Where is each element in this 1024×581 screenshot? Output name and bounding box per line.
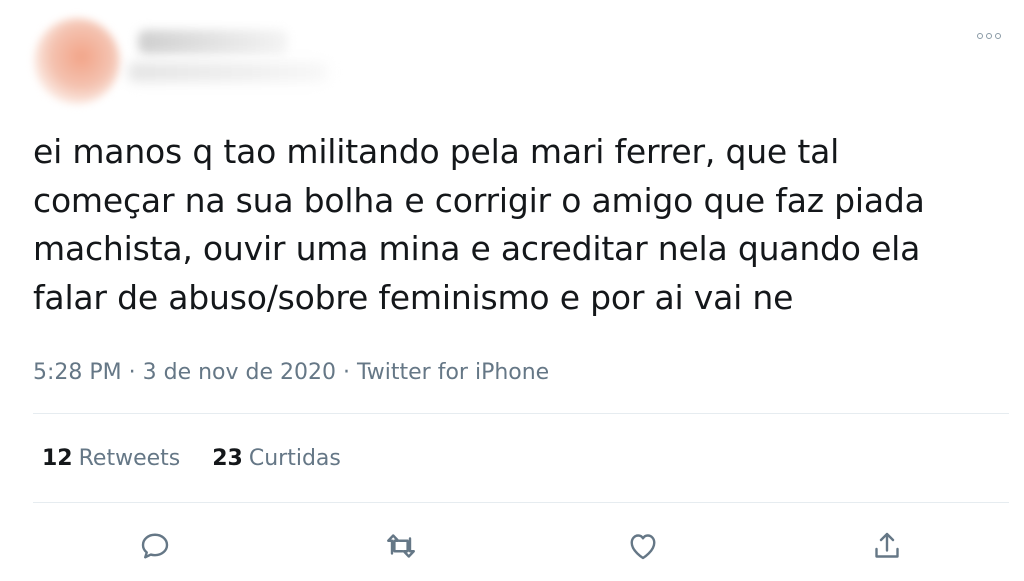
heart-icon	[630, 534, 656, 560]
tweet-timestamp-source[interactable]: 5:28 PM · 3 de nov de 2020 · Twitter for…	[33, 360, 549, 385]
divider	[33, 502, 1009, 503]
dot	[995, 33, 1001, 39]
tweet-text-line: começar na sua bolha e corrigir o amigo …	[33, 180, 925, 220]
tweet-text-line: falar de abuso/sobre feminismo e por ai …	[33, 277, 794, 317]
share-icon	[875, 532, 899, 558]
like-button[interactable]	[625, 528, 661, 564]
avatar[interactable]	[34, 18, 120, 104]
retweets-count: 12	[42, 446, 73, 471]
more-options-icon[interactable]	[972, 26, 1006, 46]
likes-count: 23	[212, 446, 243, 471]
share-button[interactable]	[869, 528, 905, 564]
reply-button[interactable]	[137, 528, 173, 564]
tweet-text-line: ei manos q tao militando pela mari ferre…	[33, 132, 840, 171]
tweet-text: ei manos q tao militando pela mari ferre…	[33, 128, 993, 322]
tweet-text-line: machista, ouvir uma mina e acreditar nel…	[33, 229, 921, 268]
retweet-button[interactable]	[383, 528, 419, 564]
username-redacted[interactable]	[128, 62, 328, 82]
retweet-icon	[387, 534, 415, 558]
action-bar	[0, 520, 1024, 570]
retweets-stat[interactable]: 12 Retweets	[42, 446, 180, 471]
tweet-stats: 12 Retweets 23 Curtidas	[42, 446, 341, 471]
reply-icon	[141, 533, 169, 559]
likes-stat[interactable]: 23 Curtidas	[212, 446, 341, 471]
dot	[986, 33, 992, 39]
dot	[977, 33, 983, 39]
display-name-redacted[interactable]	[138, 30, 288, 54]
likes-label: Curtidas	[248, 446, 341, 471]
divider	[33, 413, 1009, 414]
tweet-card: ei manos q tao militando pela mari ferre…	[0, 0, 1024, 581]
retweets-label: Retweets	[78, 446, 181, 471]
